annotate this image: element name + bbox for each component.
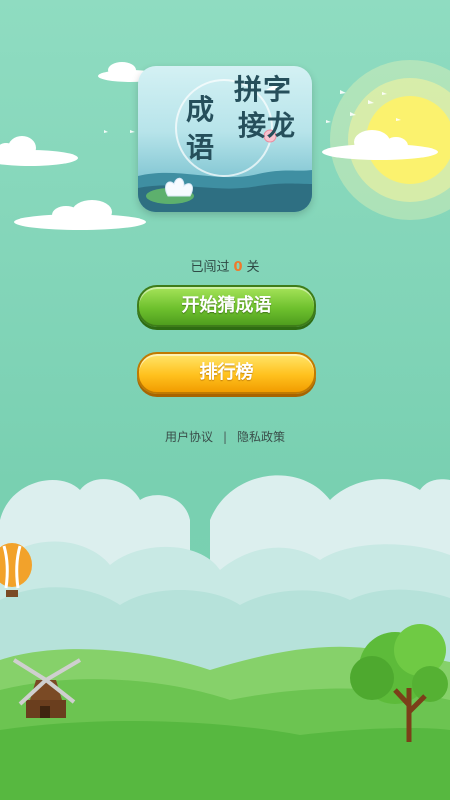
privacy-policy-link[interactable]: 隐私政策: [237, 428, 285, 445]
leaderboard-button[interactable]: 排行榜: [137, 352, 316, 394]
levels-passed-count: 0: [233, 260, 243, 275]
user-agreement-link[interactable]: 用户协议: [165, 428, 213, 445]
logo-title-left-1: 成: [186, 93, 215, 126]
footer-separator: |: [222, 430, 228, 444]
cloud-icon: [14, 200, 146, 230]
cloud-icon: [0, 136, 78, 166]
footer-links: 用户协议 | 隐私政策: [0, 428, 450, 445]
logo-title-right-2: 接龙: [238, 109, 297, 142]
app-logo: 成 语 拼字 接龙: [138, 66, 312, 212]
levels-passed-suffix: 关: [246, 260, 260, 275]
start-guess-idiom-button[interactable]: 开始猜成语: [137, 285, 316, 327]
levels-passed-text: 已闯过 0 关: [0, 256, 450, 275]
logo-title-left-2: 语: [186, 131, 215, 164]
logo-title-right-1: 拼字: [234, 73, 293, 106]
levels-passed-prefix: 已闯过: [190, 260, 230, 275]
